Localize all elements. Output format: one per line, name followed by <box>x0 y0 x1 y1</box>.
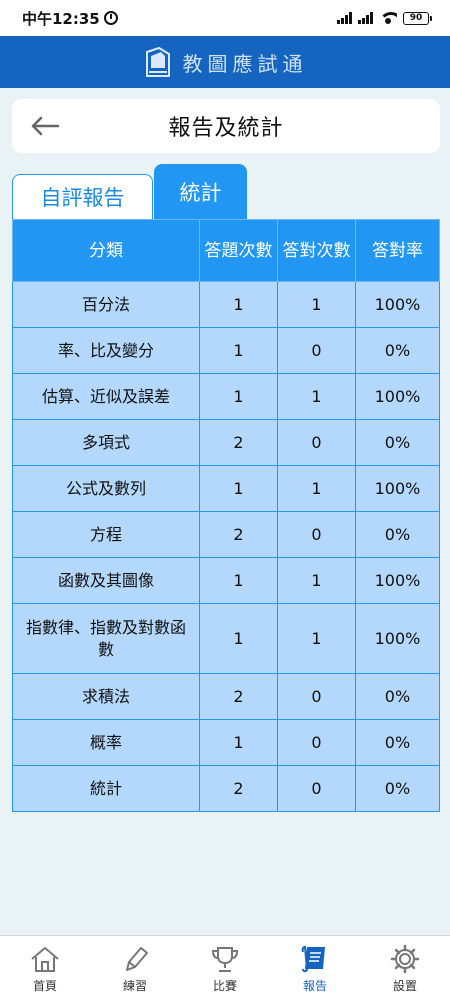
nav-report[interactable]: 報告 <box>270 936 360 1000</box>
cell-correct: 1 <box>277 603 356 674</box>
table-row: 統計 2 0 0% <box>12 765 440 812</box>
cell-rate: 100% <box>355 465 440 512</box>
cell-correct: 0 <box>277 419 356 466</box>
status-time: 中午12:35 <box>22 9 100 28</box>
cell-rate: 0% <box>355 719 440 766</box>
nav-settings[interactable]: 設置 <box>360 936 450 1000</box>
signal-icon-2 <box>358 12 373 24</box>
tab-self-report[interactable]: 自評報告 <box>12 174 153 219</box>
table-row: 函數及其圖像 1 1 100% <box>12 557 440 604</box>
cell-correct: 0 <box>277 673 356 720</box>
cell-rate: 0% <box>355 327 440 374</box>
table-row: 方程 2 0 0% <box>12 511 440 558</box>
cell-rate: 0% <box>355 419 440 466</box>
cell-category: 估算、近似及誤差 <box>12 373 200 420</box>
trophy-icon <box>211 947 239 972</box>
table-row: 指數律、指數及對數函數 1 1 100% <box>12 603 440 674</box>
table-row: 求積法 2 0 0% <box>12 673 440 720</box>
table-row: 率、比及變分 1 0 0% <box>12 327 440 374</box>
cell-correct: 1 <box>277 373 356 420</box>
cell-correct: 0 <box>277 719 356 766</box>
status-left: 中午12:35 <box>22 8 118 29</box>
cell-rate: 100% <box>355 603 440 674</box>
nav-label-competition: 比賽 <box>212 979 237 993</box>
cell-rate: 0% <box>355 511 440 558</box>
cell-attempts: 1 <box>199 373 278 420</box>
alarm-icon <box>103 11 118 25</box>
bottom-nav: 首頁 練習 比賽 報告 設置 <box>0 935 450 1000</box>
nav-home[interactable]: 首頁 <box>0 936 90 1000</box>
gear-icon <box>390 944 420 974</box>
statistics-table: 分類 答題次數 答對次數 答對率 百分法 1 1 100% 率、比及變分 1 0 0% 估算… <box>12 219 440 812</box>
nav-practice[interactable]: 練習 <box>90 936 180 1000</box>
cell-category: 函數及其圖像 <box>12 557 200 604</box>
cell-category: 指數律、指數及對數函數 <box>12 603 200 674</box>
title-card: 報告及統計 <box>12 99 440 153</box>
table-row: 公式及數列 1 1 100% <box>12 465 440 512</box>
cell-category: 概率 <box>12 719 200 766</box>
nav-label-settings: 設置 <box>392 979 417 993</box>
cell-rate: 0% <box>355 673 440 720</box>
scroll-icon <box>301 945 325 973</box>
header-category: 分類 <box>12 219 200 282</box>
cell-category: 方程 <box>12 511 200 558</box>
cell-attempts: 1 <box>199 281 278 328</box>
cell-correct: 0 <box>277 765 356 812</box>
page-title: 報告及統計 <box>168 116 284 141</box>
back-arrow-icon <box>31 116 60 136</box>
status-right: 90 <box>337 11 432 25</box>
cell-category: 多項式 <box>12 419 200 466</box>
nav-label-practice: 練習 <box>122 979 147 993</box>
table-row: 估算、近似及誤差 1 1 100% <box>12 373 440 420</box>
table-row: 百分法 1 1 100% <box>12 281 440 328</box>
cell-attempts: 2 <box>199 419 278 466</box>
cell-rate: 100% <box>355 373 440 420</box>
cell-attempts: 1 <box>199 719 278 766</box>
battery-level: 90 <box>403 11 429 25</box>
app-title: 教圖應試通 <box>182 51 308 76</box>
wifi-icon <box>379 12 397 24</box>
table-row: 多項式 2 0 0% <box>12 419 440 466</box>
header-rate: 答對率 <box>355 219 440 282</box>
cell-attempts: 1 <box>199 327 278 374</box>
cell-category: 百分法 <box>12 281 200 328</box>
cell-attempts: 1 <box>199 603 278 674</box>
cell-attempts: 2 <box>199 511 278 558</box>
home-icon <box>31 947 59 972</box>
battery-icon: 90 <box>403 11 432 25</box>
table-header-row: 分類 答題次數 答對次數 答對率 <box>12 219 440 282</box>
cell-rate: 100% <box>355 281 440 328</box>
status-bar: 中午12:35 90 <box>0 0 450 36</box>
cell-correct: 0 <box>277 511 356 558</box>
cell-category: 統計 <box>12 765 200 812</box>
cell-attempts: 2 <box>199 765 278 812</box>
cell-attempts: 1 <box>199 465 278 512</box>
cell-correct: 1 <box>277 557 356 604</box>
cell-rate: 0% <box>355 765 440 812</box>
cell-correct: 1 <box>277 465 356 512</box>
cell-category: 率、比及變分 <box>12 327 200 374</box>
nav-label-home: 首頁 <box>32 979 57 993</box>
tab-statistics[interactable]: 統計 <box>154 164 247 219</box>
signal-icon <box>337 12 352 24</box>
cell-correct: 1 <box>277 281 356 328</box>
logo-icon <box>145 46 170 77</box>
table-row: 概率 1 0 0% <box>12 719 440 766</box>
cell-attempts: 1 <box>199 557 278 604</box>
cell-correct: 0 <box>277 327 356 374</box>
pencil-icon <box>126 947 148 971</box>
back-button[interactable] <box>24 109 66 143</box>
nav-competition[interactable]: 比賽 <box>180 936 270 1000</box>
cell-attempts: 2 <box>199 673 278 720</box>
cell-category: 公式及數列 <box>12 465 200 512</box>
app-header: 教圖應試通 <box>0 36 450 88</box>
cell-rate: 100% <box>355 557 440 604</box>
header-attempts: 答題次數 <box>199 219 278 282</box>
cell-category: 求積法 <box>12 673 200 720</box>
nav-label-report: 報告 <box>302 979 327 993</box>
header-correct: 答對次數 <box>277 219 356 282</box>
